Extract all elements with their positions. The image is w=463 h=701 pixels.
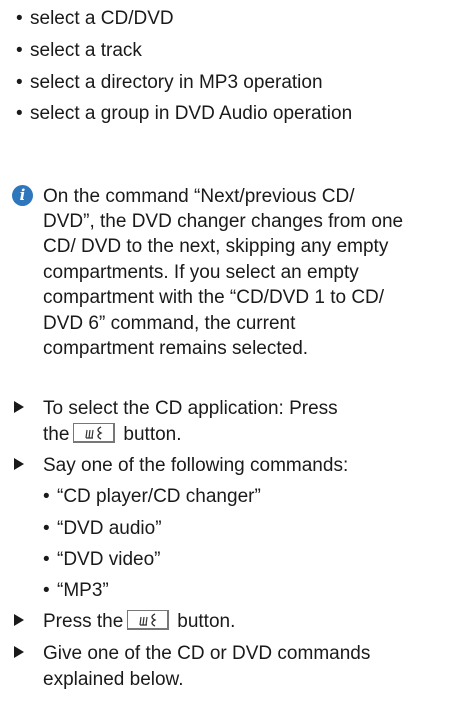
step-text-after: button. xyxy=(123,423,182,445)
step-text-after: button. xyxy=(177,611,236,633)
list-item-text: “DVD video” xyxy=(57,548,161,570)
voice-control-icon xyxy=(139,613,157,627)
bullet-dot: • xyxy=(43,486,50,508)
voice-control-button xyxy=(73,422,116,443)
step-arrow-icon xyxy=(14,645,24,658)
bullet-dot: • xyxy=(16,102,23,124)
bullet-dot: • xyxy=(43,548,50,570)
list-item-text: “DVD audio” xyxy=(57,517,162,539)
note-line: compartment remains selected. xyxy=(43,338,309,360)
list-item-text: select a track xyxy=(30,40,142,62)
bullet-dot: • xyxy=(43,517,50,539)
bullet-dot: • xyxy=(43,580,50,602)
voice-control-icon xyxy=(85,426,103,440)
list-item-text: select a directory in MP3 operation xyxy=(30,71,323,93)
step-text: the button. xyxy=(43,420,182,449)
manual-page: • select a CD/DVD • select a track • sel… xyxy=(0,0,463,701)
step-text-before: the xyxy=(43,423,70,445)
list-item-text: “MP3” xyxy=(57,580,109,602)
step-text: explained below. xyxy=(43,668,184,690)
list-item-text: “CD player/CD changer” xyxy=(57,486,261,508)
step-arrow-icon xyxy=(14,457,24,470)
step-arrow-icon xyxy=(14,613,24,626)
bullet-dot: • xyxy=(16,40,23,62)
list-item-text: select a CD/DVD xyxy=(30,8,174,30)
step-arrow-icon xyxy=(14,401,24,414)
voice-control-button xyxy=(127,610,170,631)
bullet-dot: • xyxy=(16,71,23,93)
step-text: Say one of the following commands: xyxy=(43,455,349,477)
bullet-dot: • xyxy=(16,8,23,30)
step-text: Press the button. xyxy=(43,607,235,636)
step-text-before: Press the xyxy=(43,611,124,633)
list-item-text: select a group in DVD Audio operation xyxy=(30,102,353,124)
info-icon: i xyxy=(12,185,33,207)
